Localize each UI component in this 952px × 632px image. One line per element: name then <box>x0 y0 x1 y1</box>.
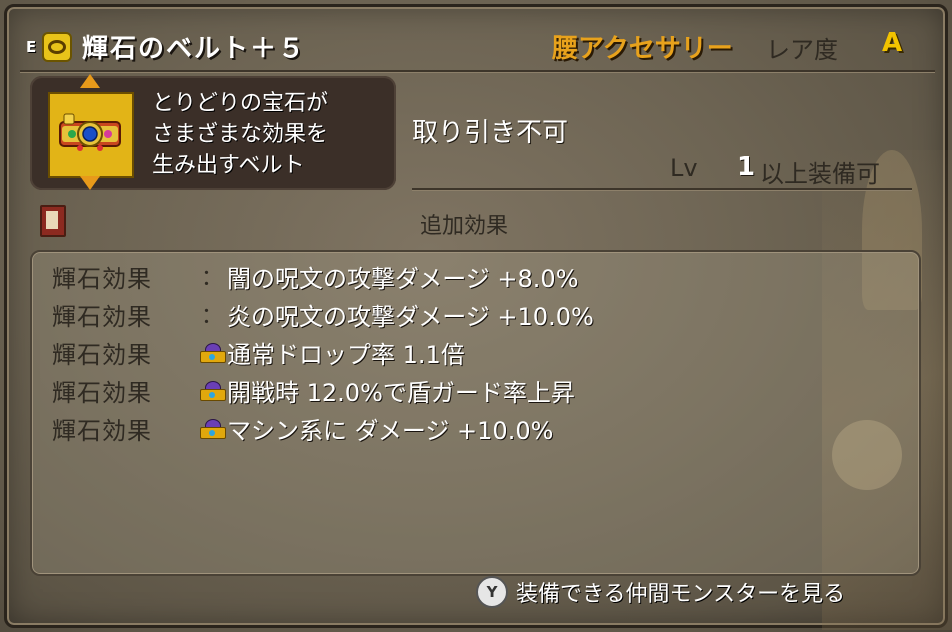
effect-label: 輝石効果 <box>52 264 152 293</box>
crown-icon <box>197 413 227 443</box>
belt-icon <box>59 113 121 151</box>
scroll-up-arrow-icon[interactable] <box>80 74 100 88</box>
level-label: Lv <box>670 154 698 182</box>
effect-text: 闇の呪文の攻撃ダメージ +8.0% <box>227 264 579 293</box>
effect-text: 開戦時 12.0%で盾ガード率上昇 <box>227 378 575 407</box>
effect-text: マシン系に ダメージ +10.0% <box>227 416 554 445</box>
item-header: E 輝石のベルト＋５ 腰アクセサリー レア度 A <box>20 28 935 68</box>
crown-icon <box>197 337 227 367</box>
rarity-label: レア度 <box>766 36 838 64</box>
item-icon <box>48 92 134 178</box>
effect-separator: ： <box>200 266 223 291</box>
item-description: とりどりの宝石が さまざまな効果を 生み出すベルト <box>152 91 329 178</box>
scroll-down-arrow-icon[interactable] <box>80 176 100 190</box>
effect-row: 輝石効果 マシン系に ダメージ +10.0% <box>52 410 553 446</box>
item-name: 輝石のベルト＋５ <box>82 34 307 64</box>
view-monsters-button[interactable]: Y 装備できる仲間モンスターを見る <box>476 576 845 608</box>
effect-row: 輝石効果 開戦時 12.0%で盾ガード率上昇 <box>52 372 575 408</box>
rarity-value: A <box>882 28 903 58</box>
level-value: 1 <box>737 152 756 182</box>
item-category: 腰アクセサリー <box>552 34 733 64</box>
effect-label: 輝石効果 <box>52 340 152 369</box>
effect-label: 輝石効果 <box>52 416 152 445</box>
equipped-mark: E <box>26 38 37 56</box>
view-monsters-label: 装備できる仲間モンスターを見る <box>516 582 846 607</box>
effect-label: 輝石効果 <box>52 302 152 331</box>
effect-label: 輝石効果 <box>52 378 152 407</box>
effect-text: 炎の呪文の攻撃ダメージ +10.0% <box>227 302 594 331</box>
book-icon[interactable] <box>40 205 66 237</box>
level-requirement-text: 以上装備可 <box>760 160 880 188</box>
effect-row: 輝石効果 ： 炎の呪文の攻撃ダメージ +10.0% <box>52 296 594 332</box>
effect-text: 通常ドロップ率 1.1倍 <box>227 340 465 369</box>
effect-row: 輝石効果 通常ドロップ率 1.1倍 <box>52 334 465 370</box>
description-box: とりどりの宝石が さまざまな効果を 生み出すベルト <box>30 74 396 190</box>
item-detail-window: E 輝石のベルト＋５ 腰アクセサリー レア度 A とりどりの宝石が さまざまな効… <box>0 0 952 632</box>
effect-row: 輝石効果 ： 闇の呪文の攻撃ダメージ +8.0% <box>52 258 579 294</box>
effect-separator: ： <box>200 304 223 329</box>
belt-category-icon <box>42 32 72 62</box>
trade-status: 取り引き不可 <box>412 118 569 148</box>
y-button-icon[interactable]: Y <box>476 576 508 608</box>
info-divider <box>412 188 912 190</box>
extra-effects-title: 追加効果 <box>420 214 509 239</box>
crown-icon <box>197 375 227 405</box>
header-divider <box>20 70 935 72</box>
extra-effects-list: 輝石効果 ： 闇の呪文の攻撃ダメージ +8.0% 輝石効果 ： 炎の呪文の攻撃ダ… <box>30 250 921 576</box>
